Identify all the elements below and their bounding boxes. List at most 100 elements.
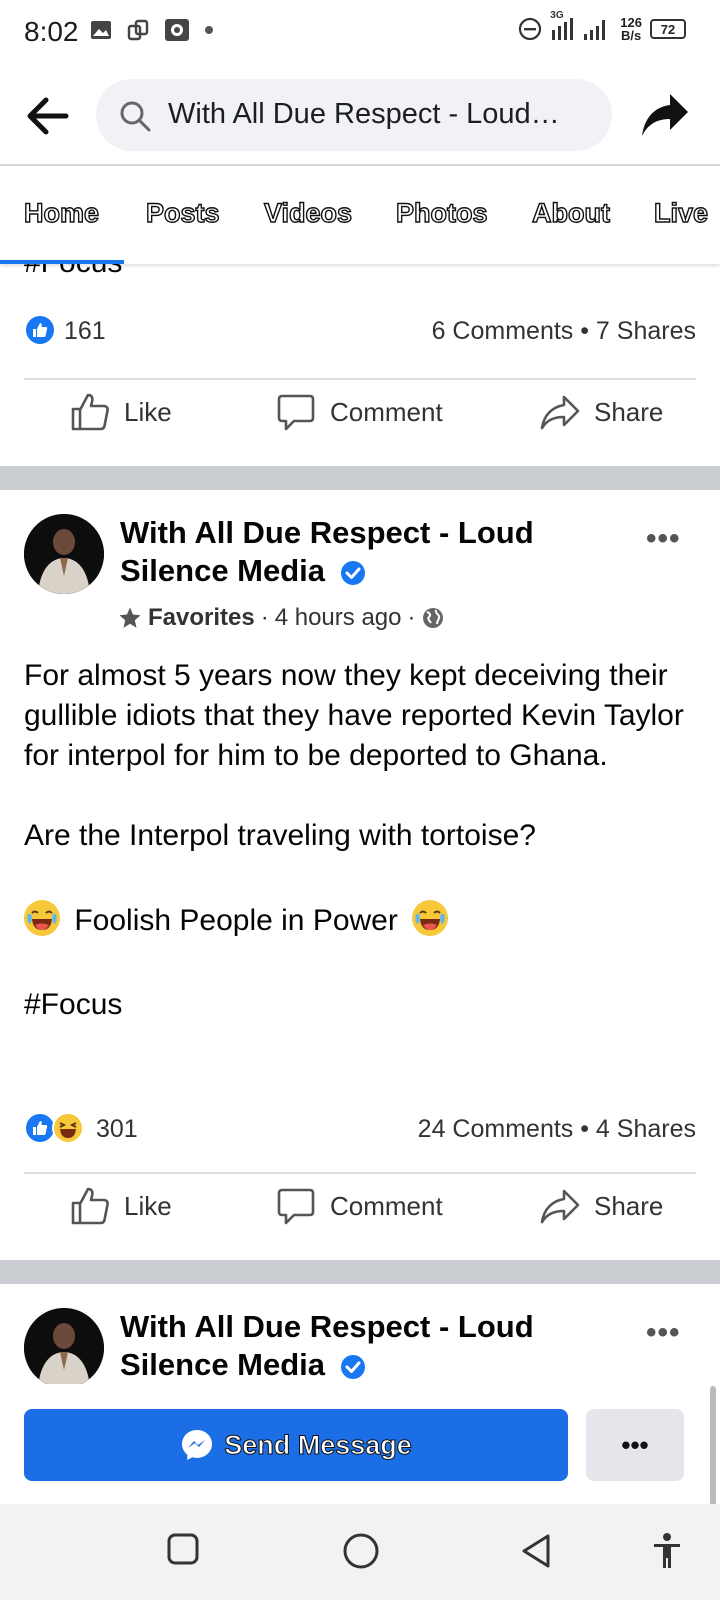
- status-bar: 8:02 3G 126 B/s 72: [0, 0, 720, 66]
- triangle-back-icon: [522, 1534, 550, 1568]
- page-name[interactable]: With All Due Respect - Loud Silence Medi…: [120, 514, 560, 590]
- page-name-text[interactable]: With All Due Respect - Loud Silence Medi…: [120, 1309, 534, 1382]
- post-paragraph-with-emoji: Foolish People in Power: [24, 900, 704, 941]
- reaction-icons[interactable]: [24, 1112, 84, 1144]
- tab-posts[interactable]: Posts: [145, 197, 220, 229]
- network-speed: 126 B/s: [620, 16, 642, 42]
- page-tabs: Home Posts Videos Photos About Live: [0, 168, 720, 264]
- post-actions: Like Comment Share: [0, 1186, 720, 1256]
- page-name[interactable]: With All Due Respect - Loud Silence Medi…: [120, 1308, 560, 1384]
- share-icon: [540, 395, 580, 430]
- globe-icon: [423, 608, 444, 628]
- laughing-emoji-icon: [24, 900, 60, 936]
- app-notification-icon: [165, 19, 189, 41]
- accessibility-icon: [654, 1533, 680, 1568]
- home-button[interactable]: [342, 1532, 380, 1575]
- comment-button[interactable]: Comment: [276, 392, 443, 432]
- like-button[interactable]: Like: [70, 392, 172, 432]
- link-icon: [127, 19, 149, 41]
- gallery-icon: [91, 21, 111, 39]
- comments-shares-count[interactable]: 6 Comments • 7 Shares: [432, 317, 696, 346]
- avatar[interactable]: [24, 514, 104, 594]
- circle-icon: [343, 1533, 379, 1569]
- meta-dot: ·: [260, 604, 269, 631]
- scrollbar-thumb[interactable]: [710, 1386, 716, 1506]
- system-status-icons: 3G 126 B/s 72: [518, 10, 686, 44]
- back-nav-button[interactable]: [518, 1532, 554, 1575]
- tab-home[interactable]: Home: [23, 197, 99, 229]
- divider: [24, 378, 696, 380]
- share-label: Share: [594, 396, 664, 427]
- send-message-label: Send Message: [224, 1429, 413, 1460]
- tab-videos[interactable]: Videos: [263, 197, 352, 229]
- search-field[interactable]: With All Due Respect - Loud…: [96, 79, 612, 151]
- signal-icon: 3G: [550, 10, 612, 44]
- share-arrow-icon: [642, 94, 688, 136]
- post-more-options-button[interactable]: •••: [646, 522, 681, 556]
- tab-about[interactable]: About: [531, 197, 610, 229]
- post-separator: [0, 1260, 720, 1284]
- comments-shares-count[interactable]: 24 Comments • 4 Shares: [418, 1115, 696, 1144]
- thumbs-up-icon: [71, 393, 109, 431]
- previous-post-reactions: 161 6 Comments • 7 Shares: [24, 314, 696, 354]
- like-label: Like: [124, 1190, 172, 1221]
- divider: [24, 1172, 696, 1174]
- dnd-icon: [519, 17, 542, 41]
- dot-icon: [205, 26, 213, 34]
- post-paragraph: Are the Interpol traveling with tortoise…: [24, 819, 536, 852]
- battery-indicator: 72: [650, 19, 686, 39]
- send-message-button[interactable]: Send Message: [24, 1409, 568, 1481]
- laughing-emoji-icon: [412, 900, 449, 936]
- back-button[interactable]: [22, 90, 74, 142]
- android-nav-bar: [0, 1504, 720, 1600]
- comment-button[interactable]: Comment: [276, 1186, 443, 1226]
- post-reactions: 301 24 Comments • 4 Shares: [24, 1112, 696, 1152]
- post-separator: [0, 466, 720, 490]
- search-query: With All Due Respect - Loud…: [168, 98, 560, 130]
- comment-icon: [277, 1188, 315, 1225]
- like-label: Like: [124, 396, 172, 427]
- share-label: Share: [594, 1190, 664, 1221]
- verified-badge-icon: [340, 1354, 365, 1379]
- back-arrow-icon: [27, 97, 69, 135]
- recents-button[interactable]: [166, 1532, 200, 1571]
- post-text[interactable]: For almost 5 years now they kept deceivi…: [24, 656, 704, 1025]
- reaction-icons[interactable]: [24, 314, 56, 346]
- comment-label: Comment: [330, 1190, 443, 1221]
- haha-reaction-icon: [52, 1112, 84, 1144]
- post-more-options-button[interactable]: •••: [646, 1316, 681, 1350]
- messenger-icon: [182, 1430, 213, 1460]
- search-icon: [120, 101, 151, 132]
- tab-live[interactable]: Live: [653, 197, 708, 229]
- search-header: With All Due Respect - Loud…: [0, 66, 720, 166]
- share-page-button[interactable]: [640, 90, 690, 143]
- square-icon: [167, 1533, 199, 1565]
- accessibility-button[interactable]: [652, 1532, 682, 1575]
- comment-icon: [277, 394, 315, 431]
- favorites-label[interactable]: Favorites: [148, 604, 255, 632]
- verified-badge-icon: [340, 560, 365, 585]
- message-bar: Send Message •••: [0, 1384, 720, 1484]
- tab-photos[interactable]: Photos: [395, 197, 488, 229]
- meta-dot: ·: [407, 604, 416, 631]
- post-time[interactable]: 4 hours ago: [275, 604, 402, 632]
- share-icon: [540, 1189, 580, 1224]
- avatar[interactable]: [24, 1308, 104, 1388]
- more-options-button[interactable]: •••: [586, 1409, 684, 1481]
- active-tab-indicator: [0, 260, 124, 264]
- post-emphasis-text: Foolish People in Power: [74, 904, 398, 937]
- share-button[interactable]: Share: [540, 1186, 663, 1226]
- post-paragraph: For almost 5 years now they kept deceivi…: [24, 659, 684, 772]
- star-icon: [119, 607, 141, 628]
- post-meta: Favorites · 4 hours ago ·: [118, 604, 445, 632]
- status-time: 8:02: [24, 16, 79, 47]
- post-hashtag[interactable]: #Focus: [24, 985, 704, 1025]
- reaction-count[interactable]: 161: [64, 317, 106, 346]
- share-button[interactable]: Share: [540, 392, 663, 432]
- page-name-text[interactable]: With All Due Respect - Loud Silence Medi…: [120, 515, 534, 588]
- like-reaction-icon: [24, 314, 56, 346]
- reaction-count[interactable]: 301: [96, 1115, 138, 1144]
- comment-label: Comment: [330, 396, 443, 427]
- speed-unit: B/s: [621, 28, 642, 43]
- like-button[interactable]: Like: [70, 1186, 172, 1226]
